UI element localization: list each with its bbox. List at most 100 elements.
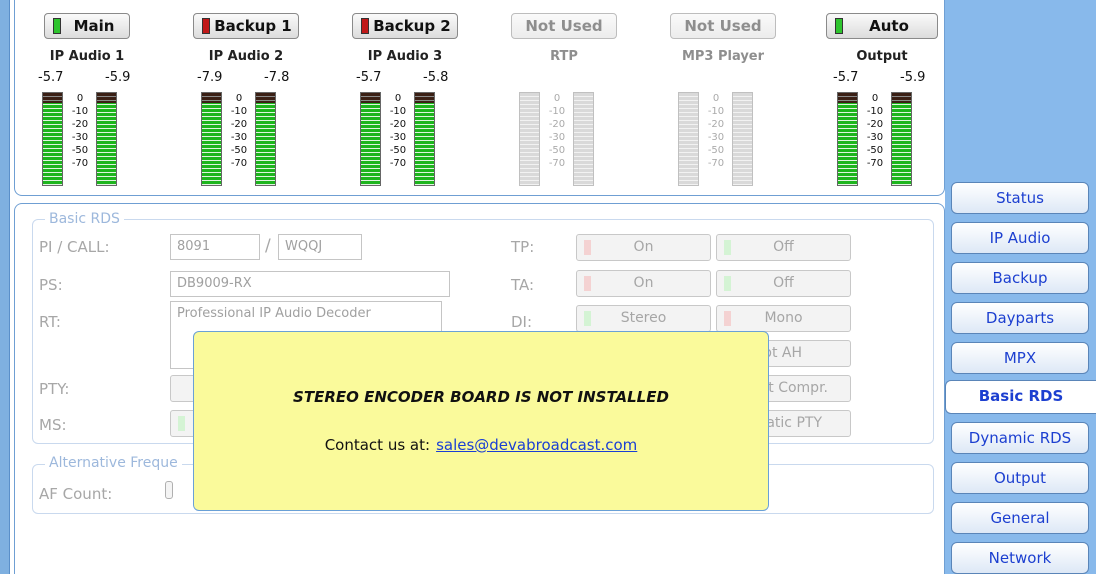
tp-on-label: On [633, 239, 654, 255]
right-level-meter [96, 92, 117, 186]
di-stereo-lamp-icon [584, 311, 591, 326]
tp-on-button[interactable]: On [576, 234, 711, 261]
source-select-button[interactable]: Not Used [511, 13, 617, 39]
source-button-label: Backup 2 [373, 17, 451, 35]
di-mono-lamp-icon [724, 311, 731, 326]
tab-ip-audio[interactable]: IP Audio [951, 222, 1089, 254]
scale-tick-label: -10 [866, 106, 884, 117]
tp-on-lamp-icon [584, 240, 591, 255]
tab-backup[interactable]: Backup [951, 262, 1089, 294]
source-name: IP Audio 1 [49, 49, 125, 64]
pi-call-separator: / [265, 236, 271, 256]
left-level-readout: -7.9 [197, 70, 223, 85]
scale-tick-label: -10 [71, 106, 89, 117]
scale-tick-label: 0 [871, 93, 879, 104]
scale-tick-label: -70 [230, 158, 248, 169]
source-select-button[interactable]: Auto [826, 13, 938, 39]
status-lamp-icon [53, 18, 61, 34]
status-lamp-icon [361, 18, 369, 34]
right-level-meter [732, 92, 753, 186]
left-level-meter [42, 92, 63, 186]
tab-network[interactable]: Network [951, 542, 1089, 574]
left-level-readout: -5.7 [356, 70, 382, 85]
ta-on-lamp-icon [584, 276, 591, 291]
ta-on-button[interactable]: On [576, 270, 711, 297]
scale-tick-label: -10 [389, 106, 407, 117]
source-name: IP Audio 3 [367, 49, 443, 64]
source-button-label: Not Used [684, 17, 762, 35]
tab-basic-rds[interactable]: Basic RDS [945, 380, 1096, 414]
di-stereo-button[interactable]: Stereo [576, 305, 711, 332]
level-scale: 0 -10 -20 -30 -50 -70 [383, 92, 413, 186]
scale-tick-label: 0 [712, 93, 720, 104]
tab-dynamic-rds[interactable]: Dynamic RDS [951, 422, 1089, 454]
right-level-readout: -7.8 [264, 70, 290, 85]
source-select-button[interactable]: Not Used [670, 13, 776, 39]
ta-off-button[interactable]: Off [716, 270, 851, 297]
level-scale: 0 -10 -20 -30 -50 -70 [224, 92, 254, 186]
af-count-slider[interactable] [165, 481, 173, 499]
pi-field[interactable]: 8091 [170, 234, 260, 260]
basic-rds-group-label: Basic RDS [45, 211, 124, 227]
scale-tick-label: -30 [707, 132, 725, 143]
scale-tick-label: -20 [707, 119, 725, 130]
ps-field[interactable]: DB9009-RX [170, 271, 450, 297]
di-mono-button[interactable]: Mono [716, 305, 851, 332]
source-select-button[interactable]: Main [44, 13, 130, 39]
scale-tick-label: -10 [707, 106, 725, 117]
source-name: IP Audio 2 [208, 49, 284, 64]
contact-label: Contact us at: [324, 436, 431, 454]
level-scale: 0 -10 -20 -30 -50 -70 [65, 92, 95, 186]
scale-tick-label: 0 [394, 93, 402, 104]
tab-dayparts[interactable]: Dayparts [951, 302, 1089, 334]
rt-label: RT: [39, 313, 61, 331]
tab-general[interactable]: General [951, 502, 1089, 534]
scale-tick-label: -30 [389, 132, 407, 143]
tab-status[interactable]: Status [951, 182, 1089, 214]
right-level-meter [891, 92, 912, 186]
scale-tick-label: 0 [76, 93, 84, 104]
source-select-button[interactable]: Backup 2 [352, 13, 458, 39]
di-stereo-label: Stereo [620, 310, 667, 326]
tab-mpx[interactable]: MPX [951, 342, 1089, 374]
di-pty-label: atic PTY [766, 415, 822, 431]
tp-off-lamp-icon [724, 240, 731, 255]
ms-lamp-icon [178, 416, 185, 431]
source-name: Output [856, 49, 908, 64]
scale-tick-label: -70 [866, 158, 884, 169]
ta-label: TA: [511, 276, 535, 294]
di-compr-label: t Compr. [768, 380, 828, 396]
scale-tick-label: -30 [866, 132, 884, 143]
source-name: MP3 Player [681, 49, 765, 64]
source-button-label: Backup 1 [214, 17, 292, 35]
scale-tick-label: -50 [866, 145, 884, 156]
scale-tick-label: 0 [553, 93, 561, 104]
scale-tick-label: -20 [230, 119, 248, 130]
tp-off-button[interactable]: Off [716, 234, 851, 261]
ta-off-lamp-icon [724, 276, 731, 291]
left-level-meter [519, 92, 540, 186]
source-button-label: Not Used [525, 17, 603, 35]
di-mono-label: Mono [764, 310, 803, 326]
right-level-readout: -5.9 [900, 70, 926, 85]
level-scale: 0 -10 -20 -30 -50 -70 [701, 92, 731, 186]
call-field[interactable]: WQQJ [278, 234, 362, 260]
right-level-meter [573, 92, 594, 186]
status-lamp-icon [835, 18, 843, 34]
scale-tick-label: -10 [230, 106, 248, 117]
level-scale: 0 -10 -20 -30 -50 -70 [860, 92, 890, 186]
source-select-button[interactable]: Backup 1 [193, 13, 299, 39]
scale-tick-label: -30 [71, 132, 89, 143]
scale-tick-label: -30 [230, 132, 248, 143]
contact-email-link[interactable]: sales@devabroadcast.com [436, 436, 637, 454]
scale-tick-label: -20 [389, 119, 407, 130]
scale-tick-label: -50 [389, 145, 407, 156]
scale-tick-label: -50 [230, 145, 248, 156]
scale-tick-label: 0 [235, 93, 243, 104]
scale-tick-label: -70 [548, 158, 566, 169]
tp-off-label: Off [773, 239, 794, 255]
right-level-readout: -5.8 [423, 70, 449, 85]
tab-output[interactable]: Output [951, 462, 1089, 494]
source-button-label: Auto [869, 17, 909, 35]
left-level-meter [678, 92, 699, 186]
